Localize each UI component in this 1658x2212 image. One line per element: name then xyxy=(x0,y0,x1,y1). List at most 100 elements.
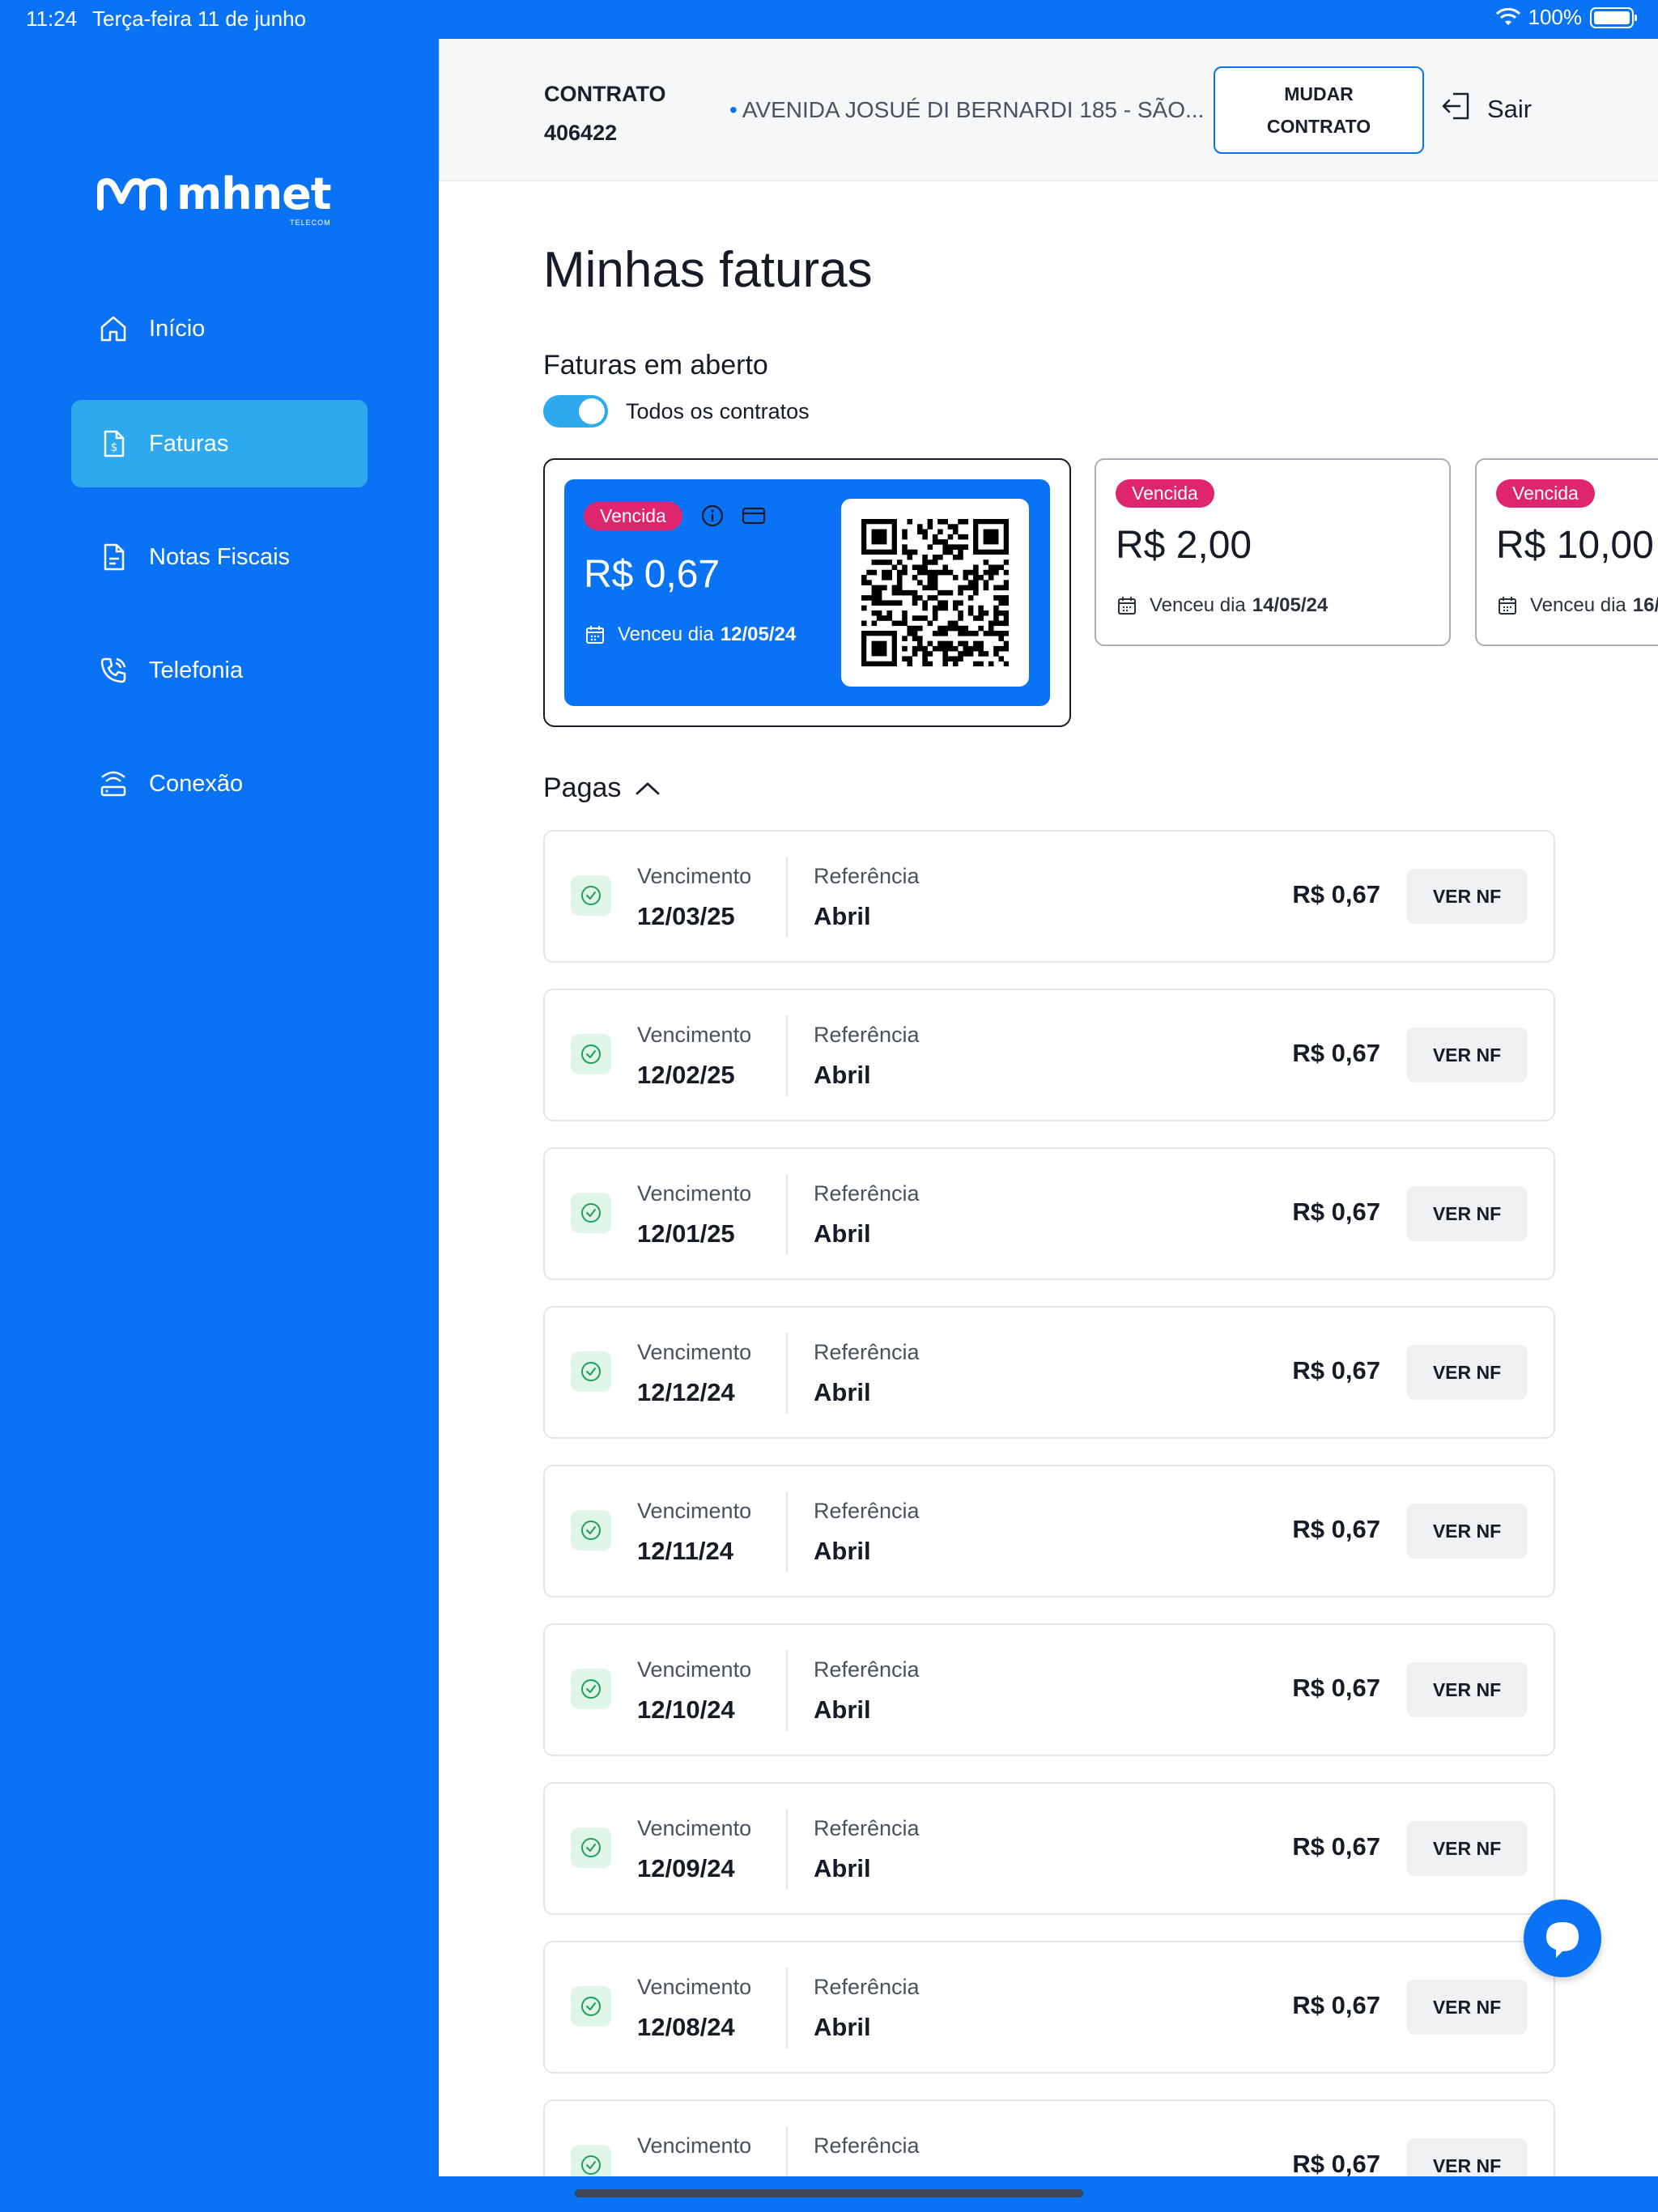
invoice-amount: R$ 0,67 xyxy=(1292,880,1380,908)
due-label: Vencimento xyxy=(637,1340,752,1364)
calendar-icon xyxy=(586,626,604,644)
paid-check-icon xyxy=(571,1510,611,1551)
paid-invoice-row: Vencimento 12/07/24 Referência Abril R$ … xyxy=(543,2099,1555,2176)
reference-label: Referência xyxy=(814,1975,920,1999)
due-column: Vencimento 12/08/24 xyxy=(637,1975,751,2042)
status-badge: Vencida xyxy=(1116,479,1214,508)
reference-column: Referência Abril xyxy=(814,2133,920,2176)
sidebar-item-label: Telefonia xyxy=(149,657,244,683)
paid-invoice-row: Vencimento 12/11/24 Referência Abril R$ … xyxy=(543,1465,1555,1597)
due-value: 12/07/24 xyxy=(637,2172,751,2176)
calendar-icon xyxy=(1499,597,1516,615)
view-nf-button[interactable]: VER NF xyxy=(1406,1662,1528,1717)
reference-label: Referência xyxy=(814,1816,920,1840)
sidebar-item-inicio[interactable]: Início xyxy=(71,285,368,372)
address-text: AVENIDA JOSUÉ DI BERNARDI 185 - SÃO... xyxy=(742,97,1205,122)
sidebar-item-faturas[interactable]: $ Faturas xyxy=(71,400,368,487)
sidebar-item-telefonia[interactable]: Telefonia xyxy=(71,627,368,714)
paid-section-toggle[interactable]: Pagas xyxy=(543,772,661,804)
view-nf-button[interactable]: VER NF xyxy=(1406,1504,1528,1559)
info-icon[interactable] xyxy=(700,504,725,532)
paid-check-icon xyxy=(571,1827,611,1868)
status-badge: Vencida xyxy=(584,502,682,530)
due-value: 12/03/25 xyxy=(637,902,735,930)
reference-column: Referência Abril xyxy=(814,1499,920,1566)
open-invoices-heading: Faturas em aberto xyxy=(543,350,768,381)
invoice-amount: R$ 0,67 xyxy=(1292,2150,1380,2176)
sidebar-item-label: Notas Fiscais xyxy=(149,543,291,570)
chat-button[interactable] xyxy=(1524,1899,1601,1977)
due-value: 12/11/24 xyxy=(637,1537,733,1565)
battery-icon xyxy=(1590,6,1637,28)
status-time: 11:24 xyxy=(26,6,78,31)
logout-label: Sair xyxy=(1487,95,1533,123)
credit-card-icon[interactable] xyxy=(741,504,767,532)
contract-info: CONTRATO 406422 xyxy=(544,74,666,152)
home-indicator xyxy=(575,2189,1083,2197)
change-contract-button[interactable]: MUDAR CONTRATO xyxy=(1214,66,1424,154)
reference-value: Abril xyxy=(814,1061,871,1089)
sidebar-item-label: Faturas xyxy=(149,430,229,457)
view-nf-button[interactable]: VER NF xyxy=(1406,1980,1528,2035)
view-nf-button[interactable]: VER NF xyxy=(1406,1027,1528,1083)
paid-check-icon xyxy=(571,1034,611,1074)
due-column: Vencimento 12/11/24 xyxy=(637,1499,751,1566)
reference-label: Referência xyxy=(814,2133,920,2158)
view-nf-button[interactable]: VER NF xyxy=(1406,1345,1528,1400)
invoice-amount: R$ 0,67 xyxy=(1292,1515,1380,1543)
due-label: Vencimento xyxy=(637,2133,752,2158)
invoice-due: Venceu dia 16/ xyxy=(1496,594,1658,617)
open-invoice-card-selected[interactable]: Vencida R$ 0,67 Venceu dia 12/05/24 xyxy=(543,458,1071,727)
due-date: 16/ xyxy=(1632,594,1658,616)
reference-label: Referência xyxy=(814,1023,920,1047)
home-icon xyxy=(99,314,128,343)
due-prefix: Venceu dia xyxy=(1530,594,1626,616)
divider xyxy=(786,1492,788,1572)
contract-label: CONTRATO xyxy=(544,82,666,106)
reference-label: Referência xyxy=(814,1657,920,1682)
due-label: Vencimento xyxy=(637,1023,752,1047)
view-nf-button[interactable]: VER NF xyxy=(1406,1821,1528,1876)
reference-value: Abril xyxy=(814,1854,871,1882)
invoice-amount: R$ 0,67 xyxy=(1292,1832,1380,1861)
status-date: Terça-feira 11 de junho xyxy=(92,6,307,31)
due-value: 12/08/24 xyxy=(637,2013,735,2041)
due-label: Vencimento xyxy=(637,1499,752,1523)
paid-invoice-row: Vencimento 12/03/25 Referência Abril R$ … xyxy=(543,830,1555,963)
reference-value: Abril xyxy=(814,1537,871,1565)
invoice-due: Venceu dia 12/05/24 xyxy=(584,623,796,646)
sidebar-item-conexao[interactable]: Conexão xyxy=(71,740,368,827)
invoice-due: Venceu dia 14/05/24 xyxy=(1116,594,1328,617)
contract-address: • AVENIDA JOSUÉ DI BERNARDI 185 - SÃO... xyxy=(729,97,1204,123)
sidebar-item-notas-fiscais[interactable]: Notas Fiscais xyxy=(71,513,368,601)
battery-percent: 100% xyxy=(1528,5,1583,29)
due-label: Vencimento xyxy=(637,1657,752,1682)
due-column: Vencimento 12/07/24 xyxy=(637,2133,751,2176)
logout-button[interactable]: Sair xyxy=(1440,91,1532,128)
reference-label: Referência xyxy=(814,864,920,888)
sidebar-item-label: Início xyxy=(149,315,206,342)
pix-qr-code[interactable] xyxy=(841,499,1029,687)
open-invoice-card[interactable]: Vencida R$ 2,00 Venceu dia 14/05/24 xyxy=(1095,458,1451,646)
wifi-icon xyxy=(1495,7,1520,25)
mhnet-logo-icon xyxy=(97,177,167,211)
invoice-amount: R$ 0,67 xyxy=(1292,1991,1380,2019)
view-nf-button[interactable]: VER NF xyxy=(1406,869,1528,924)
due-label: Vencimento xyxy=(637,864,752,888)
divider xyxy=(786,857,788,937)
paid-invoice-row: Vencimento 12/01/25 Referência Abril R$ … xyxy=(543,1147,1555,1280)
paid-check-icon xyxy=(571,1986,611,2027)
due-column: Vencimento 12/12/24 xyxy=(637,1340,751,1407)
reference-column: Referência Abril xyxy=(814,1657,920,1725)
due-column: Vencimento 12/02/25 xyxy=(637,1023,751,1090)
divider xyxy=(786,1175,788,1254)
all-contracts-toggle[interactable] xyxy=(543,395,608,428)
due-column: Vencimento 12/09/24 xyxy=(637,1816,751,1883)
open-invoice-card-blue: Vencida R$ 0,67 Venceu dia 12/05/24 xyxy=(564,479,1050,706)
view-nf-button[interactable]: VER NF xyxy=(1406,2138,1528,2176)
invoice-amount: R$ 2,00 xyxy=(1116,524,1252,567)
view-nf-button[interactable]: VER NF xyxy=(1406,1186,1528,1241)
reference-column: Referência Abril xyxy=(814,1816,920,1883)
open-invoice-card[interactable]: Vencida R$ 10,00 Venceu dia 16/ xyxy=(1475,458,1658,646)
chevron-up-icon xyxy=(636,782,660,794)
